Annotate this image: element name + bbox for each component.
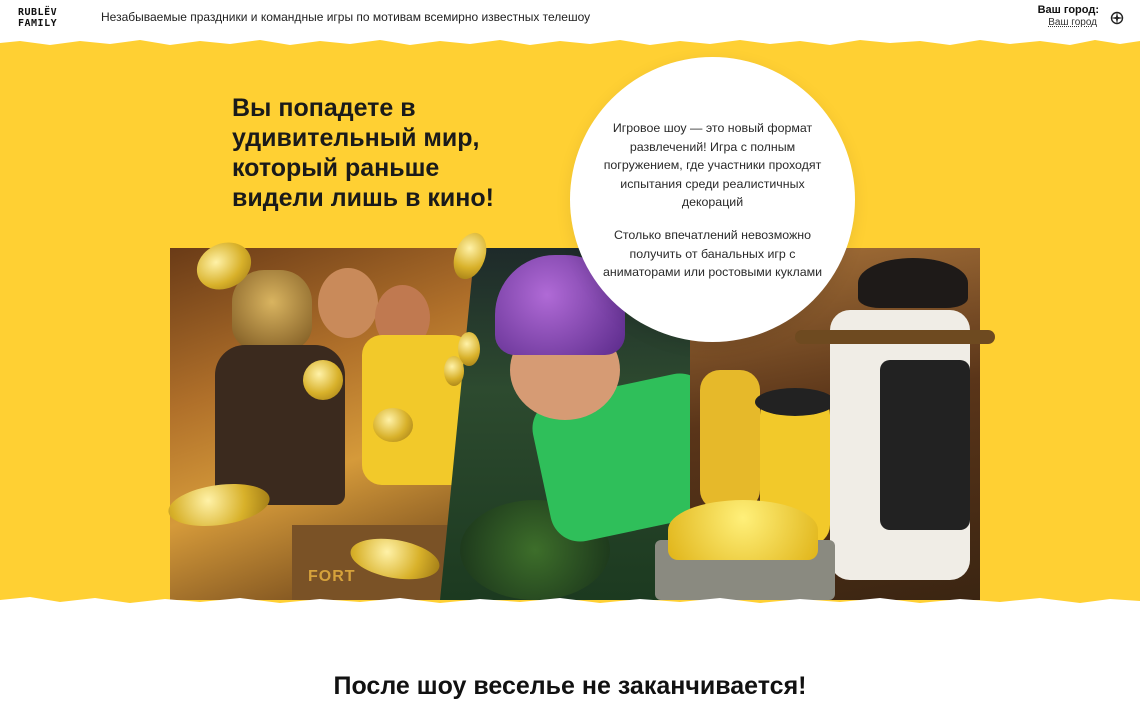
- pickaxe: [795, 330, 995, 344]
- bubble-paragraph: Столько впечатлений невозможно получить …: [602, 228, 823, 280]
- cowboy-hat: [858, 258, 968, 308]
- chest-label: FORT: [308, 568, 356, 585]
- cowboy-hat-small: [755, 388, 835, 416]
- prospector-apron: [880, 360, 970, 530]
- torn-edge-bottom: [0, 597, 1140, 610]
- section-title: После шоу веселье не заканчивается!: [333, 672, 807, 700]
- logo-line-2: FAMILY: [18, 18, 58, 29]
- bubble-paragraph: Игровое шоу — это новый формат развлечен…: [603, 121, 822, 210]
- kid-figure: [700, 370, 760, 510]
- gold-pile: [668, 500, 818, 560]
- girl-figure: [318, 268, 378, 338]
- info-bubble: Игровое шоу — это новый формат развлечен…: [570, 57, 855, 342]
- gold-coin: [444, 356, 464, 386]
- site-tagline: Незабываемые праздники и командные игры …: [101, 10, 591, 24]
- city-label: Ваш город:: [1037, 4, 1099, 16]
- gold-coin: [303, 360, 343, 400]
- city-select-link[interactable]: Ваш город: [1048, 17, 1097, 28]
- compass-icon[interactable]: [1110, 11, 1124, 25]
- golden-mask: [232, 270, 312, 350]
- hero-headline: Вы попадете в удивительный мир, который …: [232, 94, 494, 212]
- rublev-family-logo[interactable]: RUBLËV FAMILY: [18, 7, 62, 31]
- site-header: RUBLËV FAMILY Незабываемые праздники и к…: [0, 0, 1140, 38]
- torn-edge-top: [0, 38, 1140, 45]
- gold-coin: [373, 408, 413, 442]
- logo-line-1: RUBLËV: [18, 7, 58, 18]
